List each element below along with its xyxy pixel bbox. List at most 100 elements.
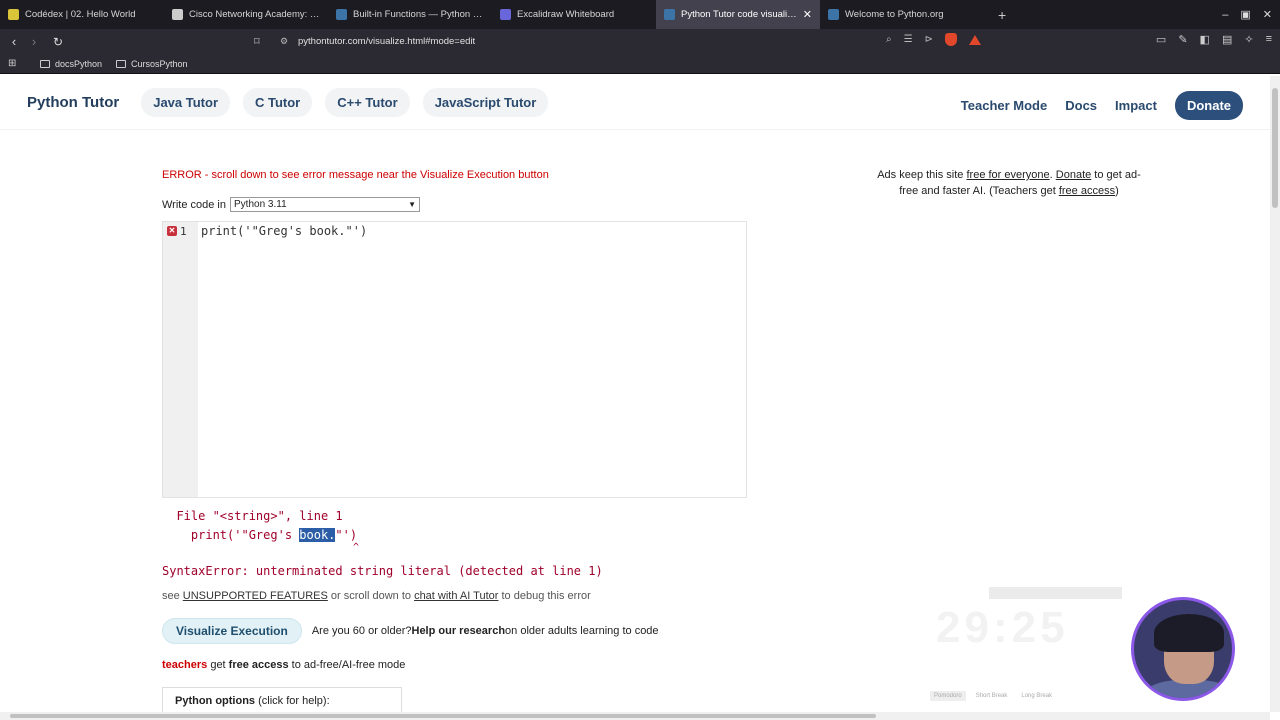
language-value: Python 3.11: [234, 199, 287, 210]
nav-teacher-mode[interactable]: Teacher Mode: [961, 98, 1047, 113]
bookmark-icon[interactable]: ⌑: [254, 35, 268, 48]
language-select[interactable]: Python 3.11 ▼: [230, 197, 420, 212]
leo-icon[interactable]: ✧: [1244, 33, 1253, 46]
teachers-text: to ad-free/AI-free mode: [288, 659, 406, 671]
apps-grid-icon[interactable]: ⊞: [8, 58, 20, 69]
teachers-link[interactable]: teachers: [162, 659, 207, 671]
tab-title: Cisco Networking Academy: Fund: [189, 9, 320, 20]
error-traceback: File "<string>", line 1 print('"Greg's b…: [162, 507, 357, 545]
browser-tab[interactable]: Excalidraw Whiteboard: [492, 0, 656, 29]
bookmark-folder[interactable]: CursosPython: [116, 59, 188, 69]
tab-title: Welcome to Python.org: [845, 9, 944, 20]
send-icon[interactable]: ⊳: [925, 34, 933, 45]
free-access-link[interactable]: free access: [1059, 185, 1115, 197]
browser-tab-bar: Codédex | 02. Hello World Cisco Networki…: [0, 0, 1280, 29]
nav-c-tutor[interactable]: C Tutor: [243, 88, 313, 117]
write-code-label: Write code in: [162, 198, 226, 211]
debug-help-line: see UNSUPPORTED FEATURES or scroll down …: [162, 590, 591, 602]
zoom-icon[interactable]: ⌕: [886, 34, 892, 45]
browser-tab-active[interactable]: Python Tutor code visualizer ✕: [656, 0, 820, 29]
url-text[interactable]: pythontutor.com/visualize.html#mode=edit: [298, 36, 475, 47]
trace-code-post: "'): [335, 528, 358, 542]
browser-tab[interactable]: Welcome to Python.org: [820, 0, 984, 29]
rewards-icon[interactable]: [968, 34, 981, 45]
back-icon[interactable]: ‹: [4, 34, 24, 49]
brand-logo[interactable]: Python Tutor: [27, 94, 119, 111]
browser-tab[interactable]: Codédex | 02. Hello World: [0, 0, 164, 29]
ads-text: ): [1115, 185, 1119, 197]
visualize-execution-button[interactable]: Visualize Execution: [162, 618, 302, 644]
scrollbar-thumb[interactable]: [1272, 88, 1278, 208]
nav-impact[interactable]: Impact: [1115, 98, 1157, 113]
minimize-icon[interactable]: –: [1222, 9, 1228, 21]
tab-title: Excalidraw Whiteboard: [517, 9, 615, 20]
reload-icon[interactable]: ↻: [48, 35, 68, 49]
tab-title: Python Tutor code visualizer: [681, 9, 797, 20]
timer-digits: 29:25: [936, 603, 1069, 652]
forward-icon[interactable]: ›: [24, 34, 44, 49]
python-icon: [828, 9, 839, 20]
nav-cpp-tutor[interactable]: C++ Tutor: [325, 88, 410, 117]
python-options-panel[interactable]: Python options (click for help):: [162, 687, 402, 712]
bookmark-label: CursosPython: [131, 58, 188, 69]
editor-gutter: ✕ 1: [163, 222, 198, 497]
folder-icon: [116, 59, 127, 68]
webcam-overlay: [1131, 597, 1235, 701]
browser-toolbar: ‹ › ↻ ⌑ ⚙ pythontutor.com/visualize.html…: [0, 29, 1280, 54]
nav-java-tutor[interactable]: Java Tutor: [141, 88, 230, 117]
chat-ai-tutor-link[interactable]: chat with AI Tutor: [414, 590, 498, 602]
see-text: or scroll down to: [327, 590, 415, 602]
bookmark-folder[interactable]: docsPython: [40, 59, 102, 69]
free-for-everyone-link[interactable]: free for everyone: [966, 169, 1049, 181]
timer-tab-short-break[interactable]: Short Break: [972, 691, 1012, 701]
scrollbar-thumb[interactable]: [10, 714, 876, 718]
error-caret: ^: [353, 542, 360, 553]
ads-donate-link[interactable]: Donate: [1056, 169, 1091, 181]
python-icon: [664, 9, 675, 20]
python-options-help: (click for help):: [255, 695, 330, 707]
chevron-down-icon: ▼: [408, 200, 416, 209]
code-line[interactable]: print('"Greg's book."'): [201, 224, 367, 238]
nav-javascript-tutor[interactable]: JavaScript Tutor: [422, 88, 549, 117]
excalidraw-icon: [500, 9, 511, 20]
extensions-icon[interactable]: ✎: [1178, 33, 1187, 46]
code-editor[interactable]: ✕ 1 print('"Greg's book."'): [162, 221, 747, 498]
vertical-scrollbar[interactable]: [1270, 76, 1280, 712]
donate-button[interactable]: Donate: [1174, 91, 1243, 120]
language-row: Write code in Python 3.11 ▼: [162, 197, 420, 212]
see-text: see: [162, 590, 183, 602]
nav-right: Teacher Mode Docs Impact Donate: [943, 91, 1243, 120]
line-number: 1: [180, 225, 187, 238]
bookmarks-bar: ⊞ docsPython CursosPython: [0, 54, 1280, 74]
close-window-icon[interactable]: ✕: [1263, 8, 1272, 21]
sidebar-icon[interactable]: ▭: [1156, 33, 1166, 46]
close-tab-icon[interactable]: ✕: [803, 8, 812, 21]
menu-icon[interactable]: ≡: [1266, 33, 1272, 46]
reader-icon[interactable]: ☰: [904, 34, 913, 45]
see-text: to debug this error: [498, 590, 591, 602]
new-tab-icon[interactable]: +: [998, 7, 1006, 23]
codedex-icon: [8, 9, 19, 20]
nav-docs[interactable]: Docs: [1065, 98, 1097, 113]
webcam-hair: [1154, 614, 1224, 652]
help-research-link[interactable]: Help our research: [412, 625, 506, 637]
maximize-icon[interactable]: ▣: [1240, 8, 1250, 21]
unsupported-features-link[interactable]: UNSUPPORTED FEATURES: [183, 590, 328, 602]
wallet-icon[interactable]: ▤: [1222, 33, 1232, 46]
brave-shield-icon[interactable]: [944, 33, 957, 46]
address-bar-icons: ⌕ ☰ ⊳: [886, 33, 981, 46]
teachers-free-access-link[interactable]: free access: [229, 659, 289, 671]
research-text: Are you 60 or older?: [311, 625, 412, 637]
panel-icon[interactable]: ◧: [1200, 33, 1210, 46]
trace-code-line: print('"Greg's book."'): [162, 526, 357, 545]
timer-tab-long-break[interactable]: Long Break: [1017, 691, 1056, 701]
python-icon: [336, 9, 347, 20]
timer-tab-pomodoro[interactable]: Pomodoro: [930, 691, 966, 701]
ads-notice: Ads keep this site free for everyone. Do…: [870, 167, 1148, 199]
site-info-icon[interactable]: ⚙: [280, 36, 290, 47]
site-navbar: Python Tutor Java Tutor C Tutor C++ Tuto…: [0, 76, 1270, 130]
horizontal-scrollbar[interactable]: [0, 712, 1270, 720]
visualize-row: Visualize Execution Are you 60 or older?…: [162, 618, 659, 644]
browser-tab[interactable]: Built-in Functions — Python 3.14: [328, 0, 492, 29]
browser-tab[interactable]: Cisco Networking Academy: Fund: [164, 0, 328, 29]
